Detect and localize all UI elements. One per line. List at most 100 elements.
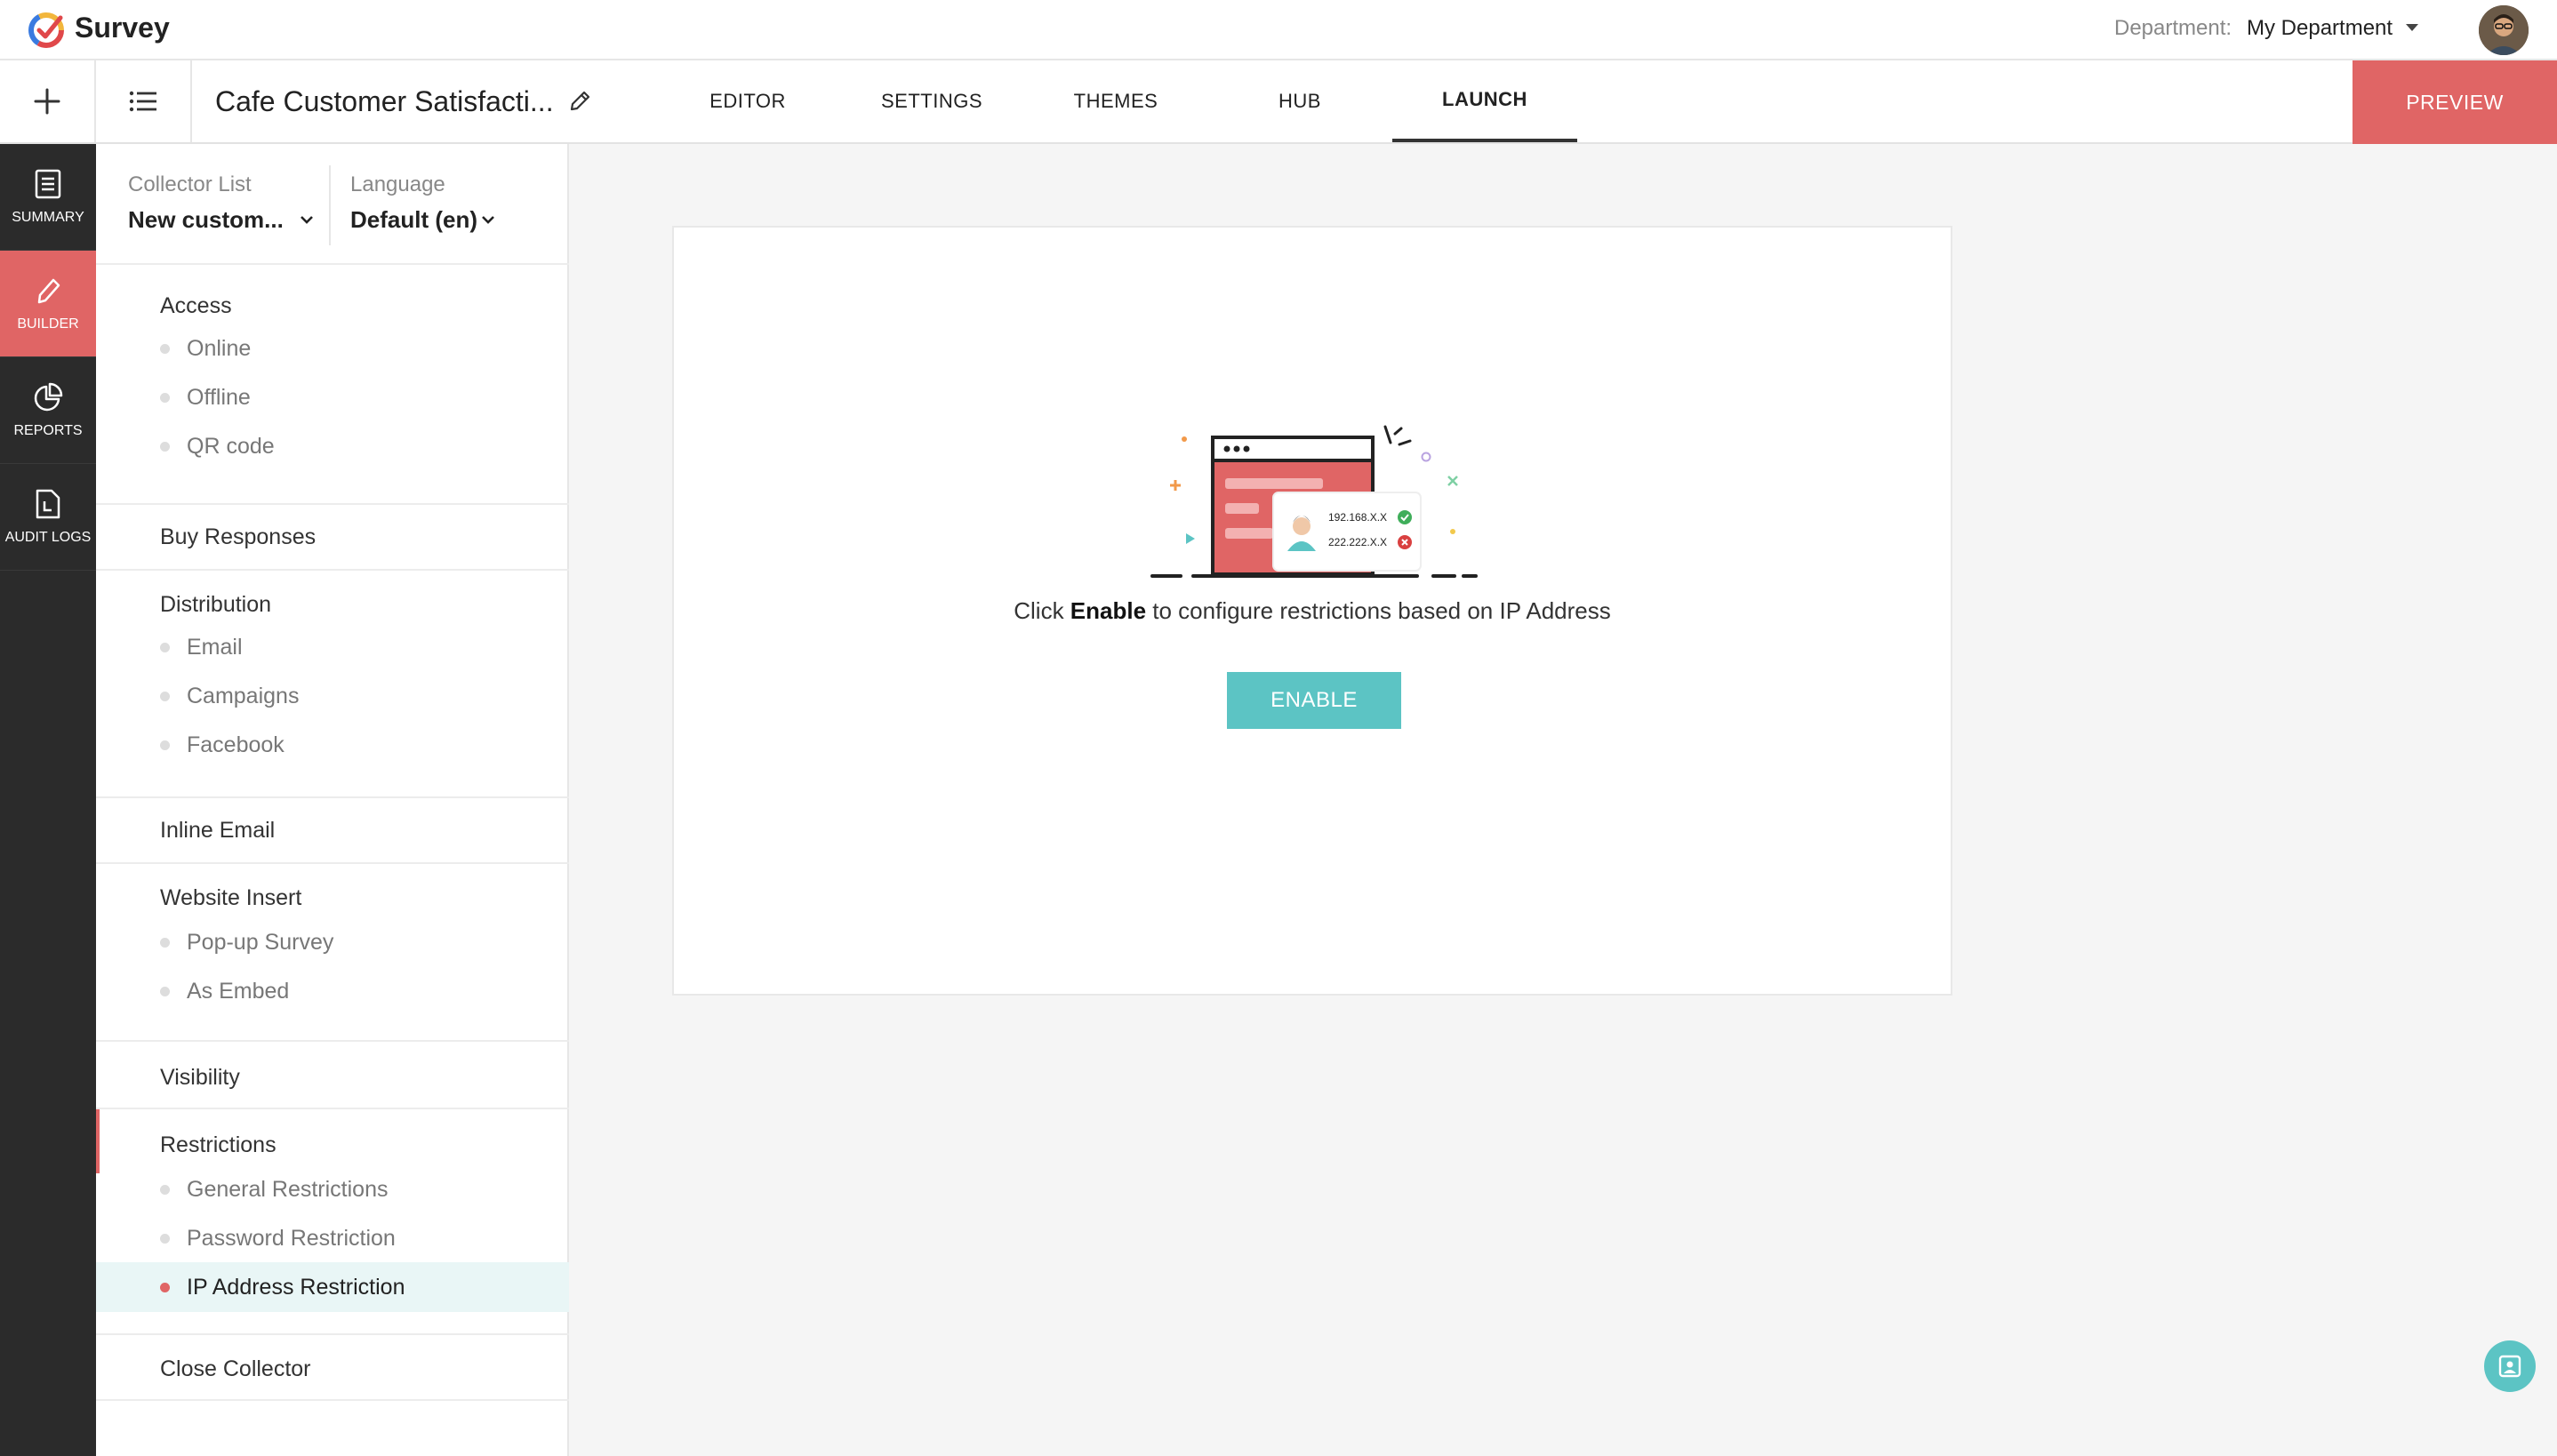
nav-item-password-restriction[interactable]: Password Restriction	[96, 1213, 569, 1263]
launch-side-panel: Collector List New custom... Language De…	[96, 144, 569, 1456]
menu-list-button[interactable]	[96, 60, 192, 142]
bullet-dot	[160, 1233, 170, 1244]
chevron-down-icon[interactable]	[299, 213, 315, 226]
nav-section-restrictions: Restrictions General Restrictions Passwo…	[96, 1108, 569, 1333]
rail-label-builder: BUILDER	[17, 316, 79, 332]
tab-settings[interactable]: SETTINGS	[877, 60, 987, 142]
department-selector[interactable]: My Department	[2247, 16, 2393, 41]
section-title-access[interactable]: Access	[160, 293, 232, 319]
avatar[interactable]	[2479, 5, 2529, 55]
nav-item-email[interactable]: Email	[96, 622, 569, 672]
bullet-dot	[160, 1282, 170, 1292]
rail-label-audit-logs: AUDIT LOGS	[4, 529, 92, 545]
nav-section-inline-email: Inline Email	[96, 796, 569, 862]
tab-launch[interactable]: LAUNCH	[1392, 60, 1577, 142]
nav-item-label: Pop-up Survey	[187, 929, 334, 955]
list-icon	[129, 91, 156, 112]
ip-allowed-text: 192.168.X.X	[1328, 511, 1387, 524]
collector-list-dropdown[interactable]: New custom...	[128, 206, 284, 234]
collector-list-label: Collector List	[128, 172, 252, 196]
ip-blocked-text: 222.222.X.X	[1328, 536, 1387, 548]
divider	[329, 165, 331, 245]
nav-item-online[interactable]: Online	[96, 324, 569, 373]
section-title-distribution[interactable]: Distribution	[160, 592, 271, 618]
nav-section-visibility: Visibility	[96, 1040, 569, 1108]
enable-description: Click Enable to configure restrictions b…	[674, 597, 1951, 625]
app-name: Survey	[75, 12, 170, 44]
nav-item-label: Offline	[187, 384, 251, 410]
nav-item-label: Campaigns	[187, 683, 300, 708]
chevron-down-icon[interactable]	[480, 213, 496, 226]
bullet-dot	[160, 441, 170, 452]
description-prefix: Click	[1014, 597, 1070, 624]
document-icon	[35, 169, 61, 198]
rail-item-summary[interactable]: SUMMARY	[0, 144, 96, 251]
pencil-icon	[37, 278, 60, 303]
left-rail: SUMMARY BUILDER REPORTS AUDIT LOGS	[0, 144, 96, 1456]
rail-item-builder[interactable]: BUILDER	[0, 251, 96, 357]
preview-button[interactable]: PREVIEW	[2353, 60, 2557, 144]
survey-title: Cafe Customer Satisfacti...	[215, 85, 554, 117]
language-label: Language	[350, 172, 445, 196]
edit-title-pencil-icon[interactable]	[567, 89, 592, 114]
nav-section-close-collector: Close Collector	[96, 1333, 569, 1401]
bullet-dot	[160, 1184, 170, 1195]
nav-item-ip-address-restriction[interactable]: IP Address Restriction	[96, 1262, 569, 1312]
nav-item-campaigns[interactable]: Campaigns	[96, 671, 569, 721]
nav-item-qr-code[interactable]: QR code	[96, 421, 569, 471]
nav-item-popup-survey[interactable]: Pop-up Survey	[96, 917, 569, 967]
nav-item-label: IP Address Restriction	[187, 1274, 405, 1300]
nav-item-as-embed[interactable]: As Embed	[96, 966, 569, 1016]
section-title-restrictions[interactable]: Restrictions	[160, 1132, 277, 1158]
tab-hub[interactable]: HUB	[1243, 60, 1357, 142]
tab-themes[interactable]: THEMES	[1060, 60, 1172, 142]
tab-editor[interactable]: EDITOR	[693, 60, 802, 142]
nav-item-label: Online	[187, 335, 252, 361]
floating-help-button[interactable]	[2484, 1340, 2536, 1392]
nav-section-buy-responses: Buy Responses	[96, 503, 569, 569]
description-bold: Enable	[1070, 597, 1147, 624]
bullet-dot	[160, 642, 170, 652]
rail-item-reports[interactable]: REPORTS	[0, 357, 96, 464]
section-title-close-collector[interactable]: Close Collector	[160, 1356, 311, 1382]
rail-label-summary: SUMMARY	[12, 209, 84, 225]
screen-share-icon	[2498, 1355, 2521, 1378]
nav-section-website-insert: Website Insert Pop-up Survey As Embed	[96, 862, 569, 1040]
bullet-dot	[160, 986, 170, 996]
section-title-website-insert[interactable]: Website Insert	[160, 885, 301, 911]
log-file-icon	[36, 489, 60, 518]
ip-restriction-illustration: 192.168.X.X 222.222.X.X	[1150, 425, 1478, 578]
ip-restriction-card: 192.168.X.X 222.222.X.X Click Enable to …	[672, 226, 1952, 996]
nav-item-label: QR code	[187, 433, 275, 459]
nav-item-offline[interactable]: Offline	[96, 372, 569, 422]
nav-section-access: Access Online Offline QR code	[96, 263, 569, 487]
rail-item-audit-logs[interactable]: AUDIT LOGS	[0, 464, 96, 571]
nav-item-label: As Embed	[187, 978, 290, 1004]
caret-down-icon[interactable]	[2406, 24, 2418, 31]
language-dropdown[interactable]: Default (en)	[350, 206, 477, 234]
section-title-buy-responses[interactable]: Buy Responses	[160, 524, 316, 550]
bullet-dot	[160, 691, 170, 701]
nav-item-label: Password Restriction	[187, 1225, 396, 1251]
nav-item-label: Email	[187, 634, 243, 660]
top-header: Survey Department: My Department	[0, 0, 2557, 60]
department-label: Department:	[2114, 16, 2232, 40]
nav-section-distribution: Distribution Email Campaigns Facebook	[96, 569, 569, 793]
nav-item-general-restrictions[interactable]: General Restrictions	[96, 1164, 569, 1214]
section-title-visibility[interactable]: Visibility	[160, 1065, 240, 1091]
nav-item-facebook[interactable]: Facebook	[96, 720, 569, 770]
bullet-dot	[160, 343, 170, 354]
bullet-dot	[160, 937, 170, 948]
rail-label-reports: REPORTS	[13, 422, 83, 438]
bullet-dot	[160, 740, 170, 750]
section-title-inline-email[interactable]: Inline Email	[160, 818, 275, 844]
enable-button[interactable]: ENABLE	[1227, 672, 1401, 729]
add-button[interactable]	[0, 60, 96, 142]
survey-logo-icon[interactable]	[25, 7, 68, 50]
pie-chart-icon	[34, 382, 63, 411]
nav-item-label: General Restrictions	[187, 1176, 389, 1202]
description-suffix: to configure restrictions based on IP Ad…	[1146, 597, 1611, 624]
survey-toolbar: Cafe Customer Satisfacti... EDITOR SETTI…	[0, 60, 2557, 144]
bullet-dot	[160, 392, 170, 403]
nav-item-label: Facebook	[187, 732, 285, 757]
